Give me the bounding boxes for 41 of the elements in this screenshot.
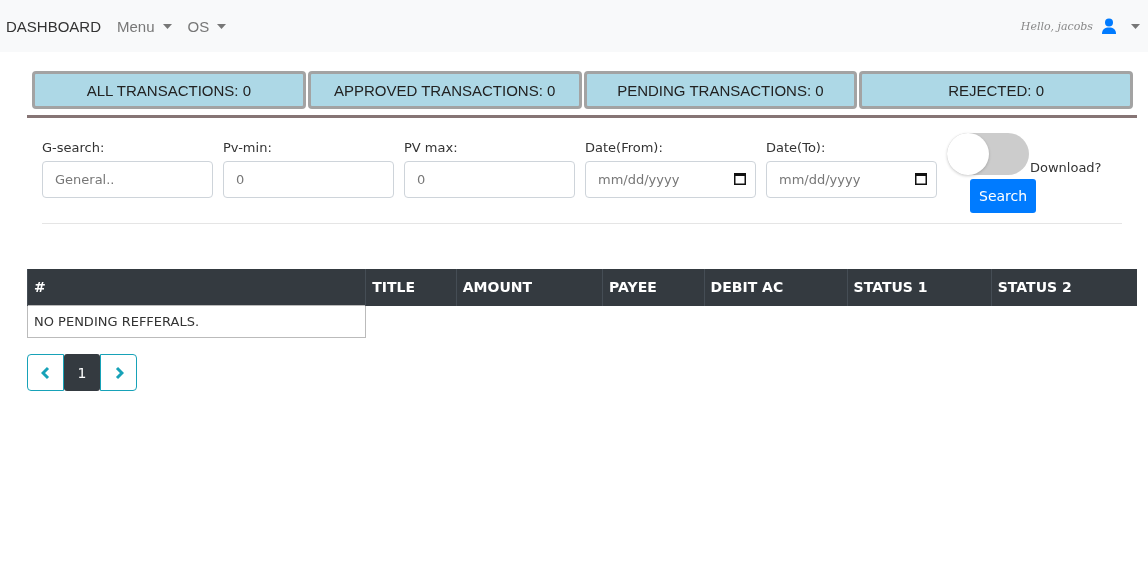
date-field[interactable]: mm/dd/yyyy — [766, 161, 937, 198]
user-menu-button[interactable] — [1101, 18, 1140, 34]
column-header: # — [27, 269, 366, 306]
menu-dropdown[interactable]: OS — [187, 17, 227, 35]
empty-message: NO PENDING REFFERALS. — [27, 305, 366, 338]
calendar-icon — [734, 172, 746, 185]
column-header: PAYEE — [602, 269, 705, 306]
chevron-right-icon — [113, 365, 124, 380]
input-field[interactable]: 0 — [223, 161, 394, 198]
input-field[interactable]: General.. — [42, 161, 213, 198]
menu-dropdown[interactable]: Menu — [117, 17, 172, 35]
transaction-count-tab[interactable]: REJECTED: 0 — [859, 71, 1133, 109]
column-header: AMOUNT — [456, 269, 603, 306]
column-header: DEBIT AC — [704, 269, 848, 306]
field-label: Pv-min: — [223, 139, 273, 157]
column-header: STATUS 2 — [991, 269, 1137, 306]
greeting-text: Hello, jacobs — [1020, 19, 1093, 33]
previous-page-button[interactable] — [27, 354, 64, 391]
caret-icon — [1131, 23, 1140, 29]
toggle-label: Download? — [1030, 160, 1102, 175]
calendar-icon — [915, 172, 927, 185]
transaction-count-tab[interactable]: ALL TRANSACTIONS: 0 — [32, 71, 306, 109]
transaction-count-tab[interactable]: PENDING TRANSACTIONS: 0 — [583, 71, 858, 109]
field-label: G-search: — [42, 139, 106, 157]
field-label: Date(From): — [585, 139, 664, 157]
field-label: PV max: — [404, 139, 459, 157]
user-icon — [1101, 18, 1117, 34]
caret-icon — [162, 23, 172, 29]
page-button[interactable]: 1 — [64, 354, 100, 391]
next-page-button[interactable] — [100, 354, 137, 391]
toggle-switch[interactable] — [947, 133, 1029, 175]
brand-link[interactable]: DASHBOARD — [6, 17, 102, 35]
search-button[interactable]: Search — [970, 179, 1037, 213]
column-header: STATUS 1 — [847, 269, 992, 306]
date-field[interactable]: mm/dd/yyyy — [585, 161, 756, 198]
chevron-left-icon — [40, 365, 51, 380]
caret-icon — [217, 23, 227, 29]
column-header: TITLE — [365, 269, 457, 306]
input-field[interactable]: 0 — [404, 161, 575, 198]
transaction-count-tab[interactable]: APPROVED TRANSACTIONS: 0 — [307, 71, 582, 109]
field-label: Date(To): — [766, 139, 827, 157]
